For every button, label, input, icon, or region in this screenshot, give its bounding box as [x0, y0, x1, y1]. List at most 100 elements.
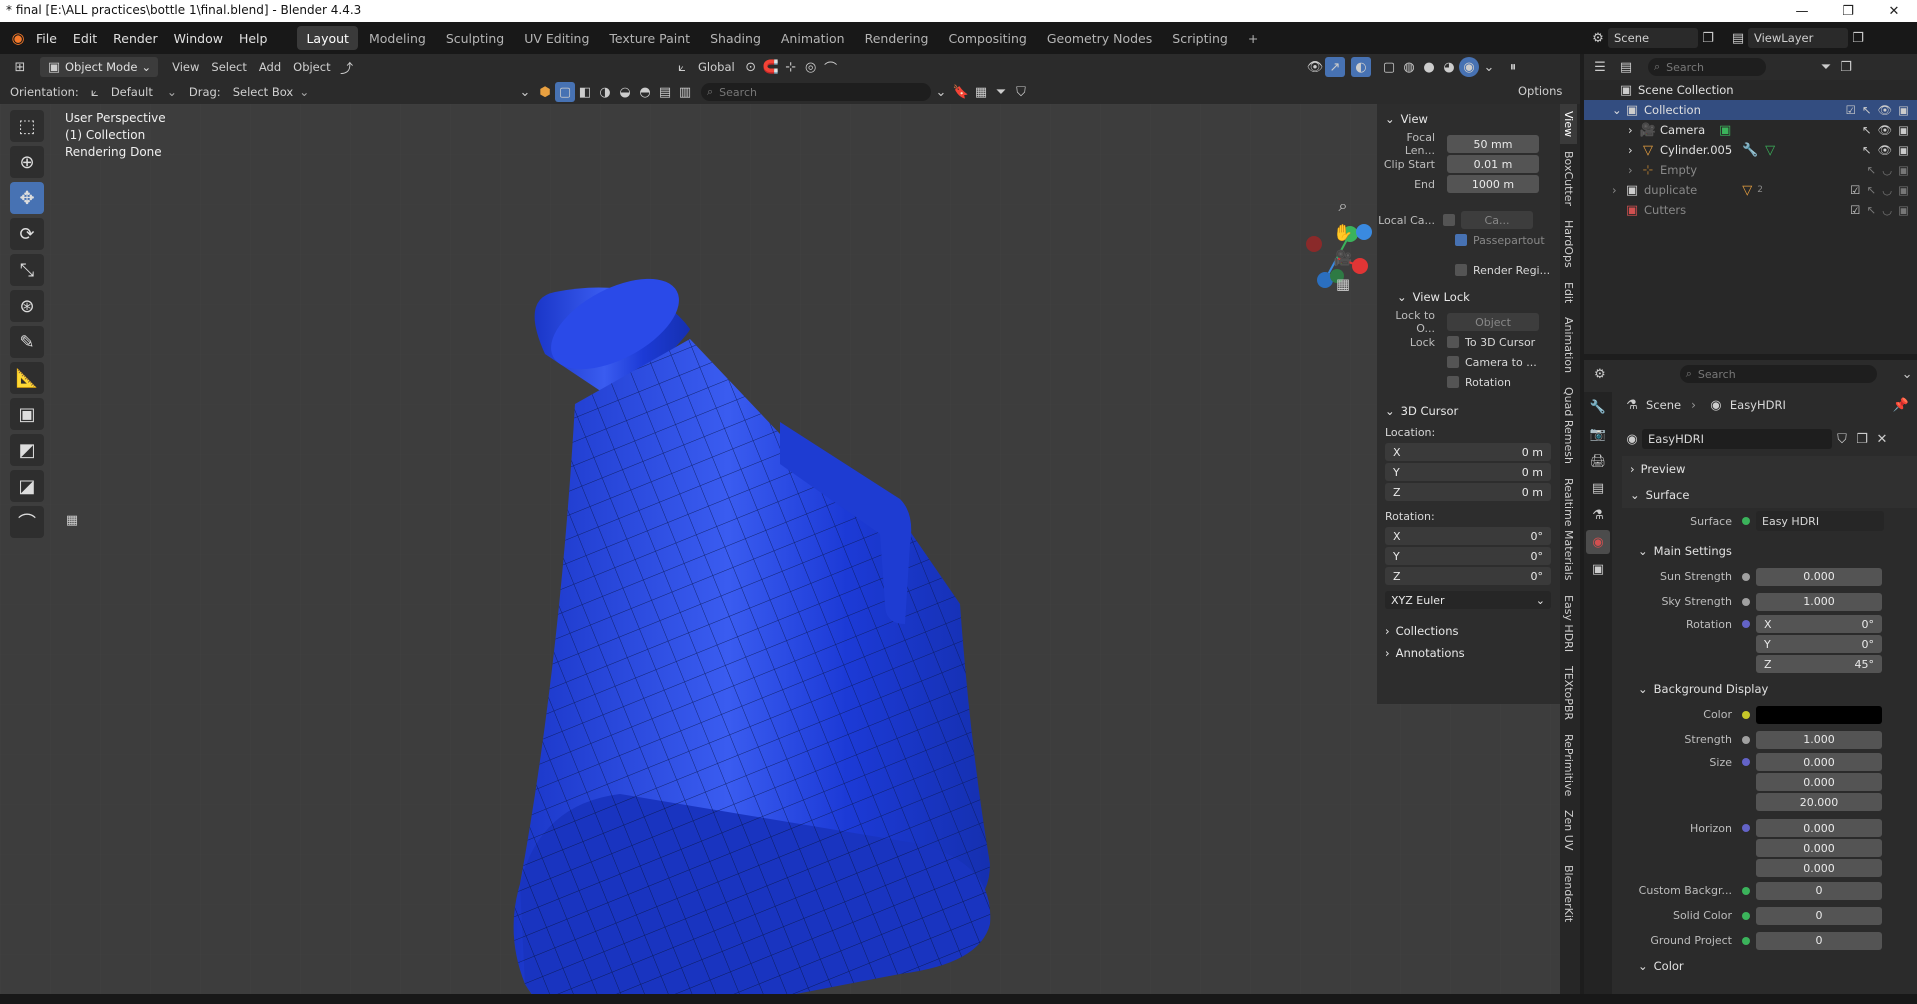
filter-icon[interactable]: ⏷	[991, 82, 1011, 102]
camera-view-icon[interactable]: 🎥	[1333, 248, 1353, 268]
restore-button[interactable]: ❐	[1825, 0, 1871, 22]
transform-tool-icon[interactable]: ⊛	[10, 290, 44, 322]
select-arrow-icon[interactable]: ↖	[1862, 143, 1872, 157]
gizmo-icon[interactable]: ↗	[1325, 57, 1345, 77]
ntab-reprimitive[interactable]: RePrimitive	[1560, 727, 1577, 803]
main-settings-header[interactable]: ⌄ Main Settings	[1622, 538, 1917, 564]
view-layer-props-icon[interactable]: ▤	[1586, 476, 1610, 500]
camera-to-view-checkbox[interactable]	[1447, 356, 1459, 368]
add-cube-tool-icon[interactable]: ▣	[10, 398, 44, 430]
hardops-tool-icon[interactable]: ◪	[10, 470, 44, 502]
cursor-z-field[interactable]: Z 0 m	[1385, 483, 1551, 501]
scene-collection-row[interactable]: ▣ Scene Collection	[1584, 80, 1917, 100]
ntab-animation[interactable]: Animation	[1560, 310, 1577, 380]
expand-icon[interactable]: ⌄	[931, 82, 951, 102]
falloff-icon[interactable]: ⌒	[821, 57, 841, 77]
select-arrow-icon[interactable]: ↖	[1866, 163, 1876, 177]
gizmo-x-axis[interactable]	[1352, 258, 1368, 274]
world-name-field[interactable]: EasyHDRI	[1642, 429, 1832, 449]
rotation-y-field[interactable]: Y 0°	[1756, 635, 1882, 653]
outliner-row-duplicate[interactable]: › ▣ duplicate ▽ 2 ☑ ↖ ◡ ▣	[1584, 180, 1917, 200]
ntab-blenderkit[interactable]: BlenderKit	[1560, 858, 1577, 929]
material-shading-icon[interactable]: ◕	[1439, 57, 1459, 77]
menu-edit[interactable]: Edit	[65, 22, 105, 54]
view-panel-header[interactable]: ⌄ View	[1377, 108, 1560, 130]
particle-icon[interactable]: ▥	[675, 82, 695, 102]
tab-sculpting[interactable]: Sculpting	[437, 26, 513, 50]
ntab-easy-hdri[interactable]: Easy HDRI	[1560, 588, 1577, 659]
breadcrumb-scene[interactable]: Scene	[1646, 398, 1681, 412]
orientation-selector[interactable]: Default	[105, 85, 167, 99]
tab-animation[interactable]: Animation	[772, 26, 854, 50]
rotation-mode-dropdown[interactable]: XYZ Euler ⌄	[1385, 591, 1551, 609]
new-collection-icon[interactable]: ❐	[1836, 57, 1856, 77]
annotate-tool-icon[interactable]: ✎	[10, 326, 44, 358]
focal-length-field[interactable]: 50 mm	[1447, 135, 1539, 153]
ntab-view[interactable]: View	[1560, 104, 1577, 145]
select-arrow-icon[interactable]: ↖	[1862, 123, 1872, 137]
3d-viewport[interactable]: ⌕ ✋ 🎥 ▦	[0, 104, 1580, 994]
include-checkbox-icon[interactable]: ☑	[1850, 183, 1860, 197]
cursor-tool-icon[interactable]: ⊕	[10, 146, 44, 178]
layout-icon[interactable]: ▦	[971, 82, 991, 102]
world-props-icon[interactable]: ◉	[1586, 530, 1610, 554]
curve-tool-icon[interactable]: ⌒	[10, 506, 44, 538]
render-props-icon[interactable]: 📷	[1586, 422, 1610, 446]
sun-strength-field[interactable]: 0.000	[1756, 567, 1882, 586]
eye-icon[interactable]: 👁	[1878, 123, 1893, 137]
ntab-boxcutter[interactable]: BoxCutter	[1560, 144, 1577, 213]
add-workspace-button[interactable]: +	[1239, 26, 1267, 50]
tab-layout[interactable]: Layout	[297, 26, 358, 50]
include-checkbox-icon[interactable]: ☑	[1850, 203, 1860, 217]
drag-selector[interactable]: Select Box	[227, 85, 300, 99]
properties-editor-icon[interactable]: ⚙	[1590, 364, 1610, 384]
ground-project-field[interactable]: 0	[1756, 931, 1882, 950]
camera-render-icon[interactable]: ▣	[1898, 123, 1909, 137]
menu-help[interactable]: Help	[231, 22, 276, 54]
tab-texture-paint[interactable]: Texture Paint	[600, 26, 699, 50]
menu-select[interactable]: Select	[205, 60, 252, 74]
transform-orientation-selector[interactable]: Global	[692, 60, 741, 74]
ntab-textopbr[interactable]: TEXtoPBR	[1560, 659, 1577, 727]
lock-3d-cursor-checkbox[interactable]	[1447, 336, 1459, 348]
texture-paint-icon[interactable]: ▤	[655, 82, 675, 102]
properties-search-input[interactable]: ⌕ Search	[1679, 365, 1878, 383]
weight-paint-icon[interactable]: ◓	[635, 82, 655, 102]
camera-render-icon[interactable]: ▣	[1898, 103, 1909, 117]
pan-hand-icon[interactable]: ✋	[1333, 222, 1353, 242]
menu-object[interactable]: Object	[287, 60, 336, 74]
measure-tool-icon[interactable]: 📐	[10, 362, 44, 394]
menu-window[interactable]: Window	[166, 22, 231, 54]
close-button[interactable]: ✕	[1871, 0, 1917, 22]
local-camera-checkbox[interactable]	[1443, 214, 1455, 226]
horizon-y-field[interactable]: 0.000	[1756, 839, 1882, 857]
boxcutter-tool-icon[interactable]: ◩	[10, 434, 44, 466]
zoom-icon[interactable]: ⌕	[1333, 196, 1353, 216]
tab-modeling[interactable]: Modeling	[360, 26, 435, 50]
tab-uv-editing[interactable]: UV Editing	[515, 26, 598, 50]
xray-icon[interactable]: ▢	[1379, 57, 1399, 77]
world-browse-icon[interactable]: ◉	[1622, 429, 1642, 449]
unlink-world-icon[interactable]: ✕	[1872, 429, 1892, 449]
display-mode-icon[interactable]: ▤	[1616, 57, 1636, 77]
color-section-header[interactable]: ⌄ Color	[1622, 953, 1917, 979]
ntab-edit[interactable]: Edit	[1560, 275, 1577, 310]
gizmo-z-axis[interactable]	[1356, 224, 1372, 240]
eye-closed-icon[interactable]: ◡	[1882, 203, 1892, 217]
solid-color-field[interactable]: 0	[1756, 906, 1882, 925]
collections-header[interactable]: › Collections	[1377, 620, 1560, 642]
scene-props-icon[interactable]: ⚗	[1586, 503, 1610, 527]
overlay-icon[interactable]: ◐	[1351, 57, 1371, 77]
blender-logo-icon[interactable]: ◉	[8, 28, 28, 48]
snap-icon[interactable]: 🧲	[761, 57, 781, 77]
select-mode-icon[interactable]: ▢	[555, 82, 575, 102]
menu-file[interactable]: File	[28, 22, 65, 54]
rotation-z-field[interactable]: Z 45°	[1756, 655, 1882, 673]
outliner-editor-icon[interactable]: ☰	[1590, 57, 1610, 77]
outliner-search-input[interactable]: ⌕ Search	[1648, 58, 1766, 76]
outliner-row-cutters[interactable]: ▣ Cutters ☑ ↖ ◡ ▣	[1584, 200, 1917, 220]
wireframe-shading-icon[interactable]: ◍	[1399, 57, 1419, 77]
clip-end-field[interactable]: 1000 m	[1447, 175, 1539, 193]
ntab-realtime-materials[interactable]: Realtime Materials	[1560, 471, 1577, 587]
size-x-field[interactable]: 0.000	[1756, 753, 1882, 771]
